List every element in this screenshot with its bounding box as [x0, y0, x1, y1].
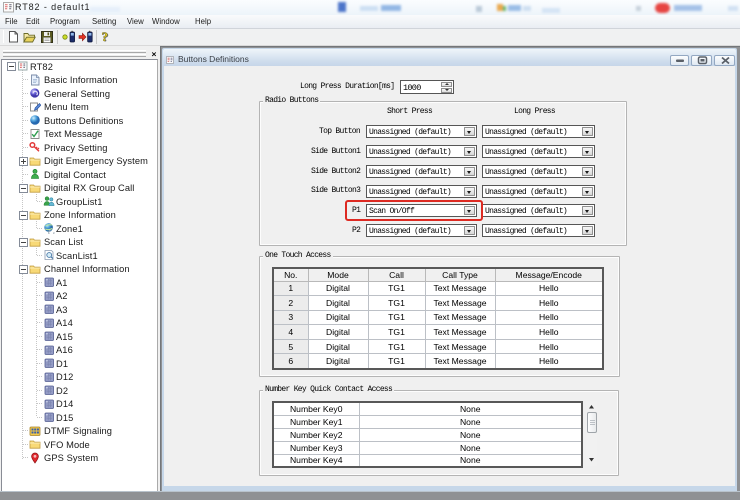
svg-text:?: ? [102, 30, 109, 44]
